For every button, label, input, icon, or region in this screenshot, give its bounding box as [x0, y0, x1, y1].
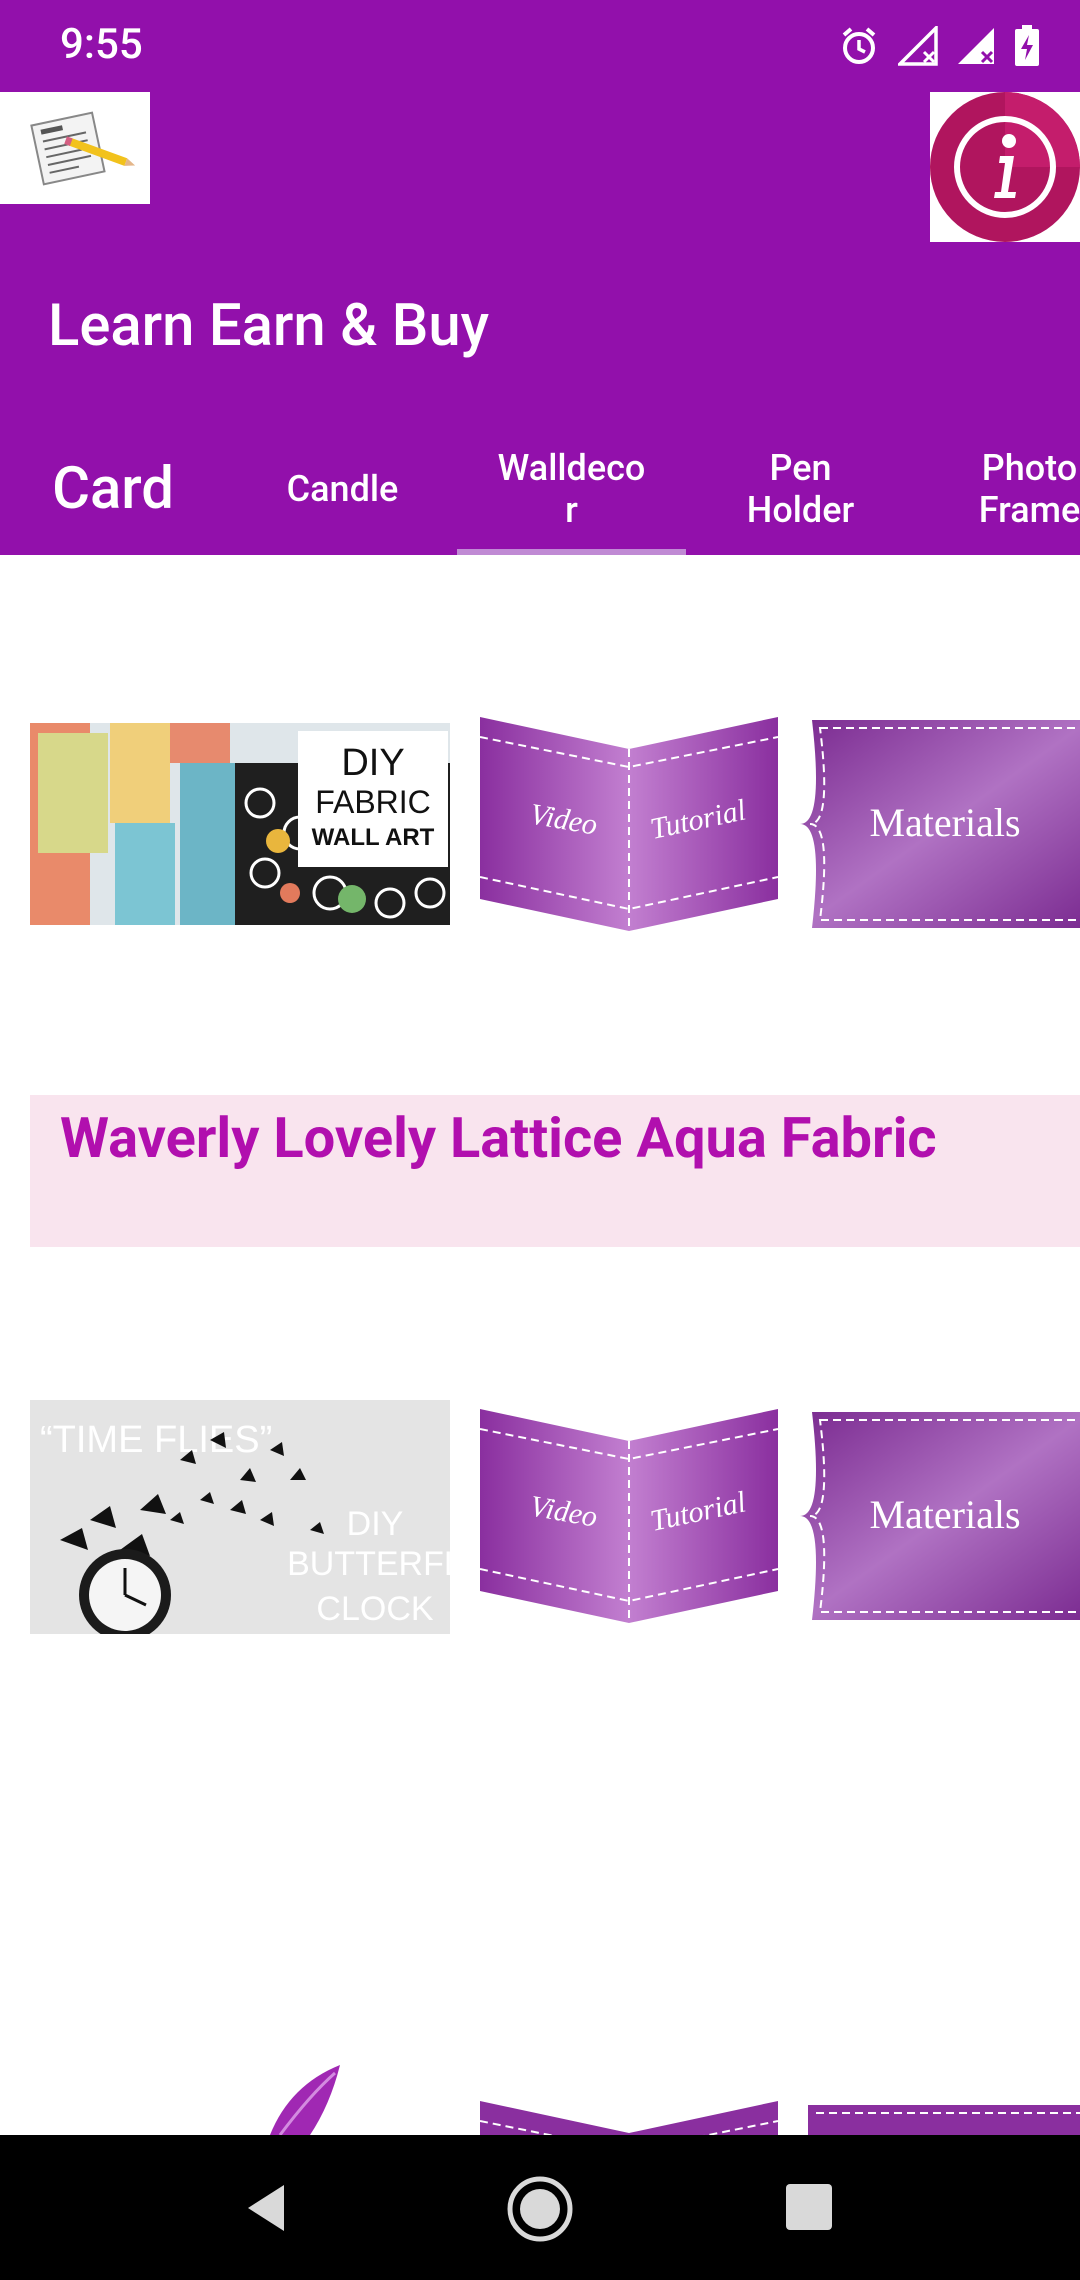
- status-time: 9:55: [60, 20, 143, 69]
- thumb-text: CLOCK: [316, 1590, 433, 1628]
- open-book-icon: [479, 2101, 779, 2135]
- signal-icon: [958, 28, 994, 64]
- video-tutorial-button[interactable]: [479, 2101, 779, 2135]
- thumb-text: “TIME FLIES”: [40, 1419, 272, 1461]
- tab-walldecor[interactable]: Walldeco r: [457, 422, 686, 555]
- tab-pen-holder[interactable]: Pen Holder: [686, 422, 915, 555]
- butterfly-clock-image: “TIME FLIES” DIY BUTTERFLY CLOCK: [30, 1400, 450, 1634]
- tab-photo-frame[interactable]: Photo Frame: [915, 422, 1080, 555]
- materials-button[interactable]: Materials: [800, 1412, 1080, 1620]
- purple-leaf-image: [270, 2065, 340, 2135]
- tab-candle[interactable]: Candle: [228, 422, 457, 555]
- notepad-pencil-icon: [30, 111, 135, 186]
- thumb-text: FABRIC: [315, 784, 431, 820]
- video-tutorial-button[interactable]: Video Tutorial: [479, 717, 779, 931]
- craft-thumbnail[interactable]: [30, 2065, 450, 2135]
- materials-badge-icon: Materials: [800, 720, 1080, 928]
- materials-label: Materials: [869, 1492, 1020, 1537]
- tab-label: Walldeco r: [497, 446, 646, 531]
- battery-charging-icon: [1015, 25, 1039, 66]
- alarm-icon: [842, 27, 876, 64]
- fabric-wall-art-image: DIY FABRIC WALL ART: [30, 723, 450, 925]
- tab-card[interactable]: Card: [0, 422, 226, 555]
- product-banner[interactable]: Waverly Lovely Lattice Aqua Fabric: [30, 1095, 1080, 1247]
- system-nav-bar: [0, 2135, 1080, 2280]
- video-tutorial-button[interactable]: Video Tutorial: [479, 1409, 779, 1623]
- tab-label: Card: [52, 454, 174, 523]
- tab-label: Pen Holder: [746, 446, 855, 531]
- thumb-text: WALL ART: [312, 824, 435, 851]
- app-title: Learn Earn & Buy: [48, 292, 489, 360]
- craft-thumbnail[interactable]: “TIME FLIES” DIY BUTTERFLY CLOCK: [30, 1400, 450, 1634]
- content-list: DIY FABRIC WALL ART Video Tutorial Mater…: [0, 555, 1080, 2135]
- app-logo: [0, 92, 150, 204]
- craft-thumbnail[interactable]: DIY FABRIC WALL ART: [30, 723, 450, 925]
- signal-icon: [898, 26, 938, 66]
- home-icon[interactable]: [506, 2175, 574, 2243]
- info-button[interactable]: [930, 92, 1080, 242]
- tab-bar: Card Candle Walldeco r Pen Holder Photo …: [0, 422, 1080, 555]
- thumb-text: DIY: [347, 1505, 404, 1543]
- materials-label: Materials: [869, 800, 1020, 845]
- open-book-icon: Video Tutorial: [479, 1409, 779, 1623]
- info-icon: [930, 92, 1080, 242]
- materials-button[interactable]: [800, 2105, 1080, 2135]
- thumb-text: BUTTERFLY: [287, 1545, 450, 1583]
- app-bar: Learn Earn & Buy Card Candle Walldeco r …: [0, 92, 1080, 555]
- back-icon[interactable]: [244, 2183, 288, 2233]
- recents-icon[interactable]: [786, 2184, 832, 2230]
- thumb-text: DIY: [341, 742, 404, 784]
- materials-badge-icon: Materials: [800, 1412, 1080, 1620]
- materials-button[interactable]: Materials: [800, 720, 1080, 928]
- status-bar: 9:55: [0, 0, 1080, 92]
- open-book-icon: Video Tutorial: [479, 717, 779, 931]
- tab-label: Photo Frame: [978, 446, 1080, 531]
- materials-badge-icon: [808, 2105, 1080, 2135]
- tab-label: Candle: [286, 467, 399, 510]
- status-icons: [838, 22, 1040, 70]
- banner-title: Waverly Lovely Lattice Aqua Fabric: [60, 1105, 937, 1171]
